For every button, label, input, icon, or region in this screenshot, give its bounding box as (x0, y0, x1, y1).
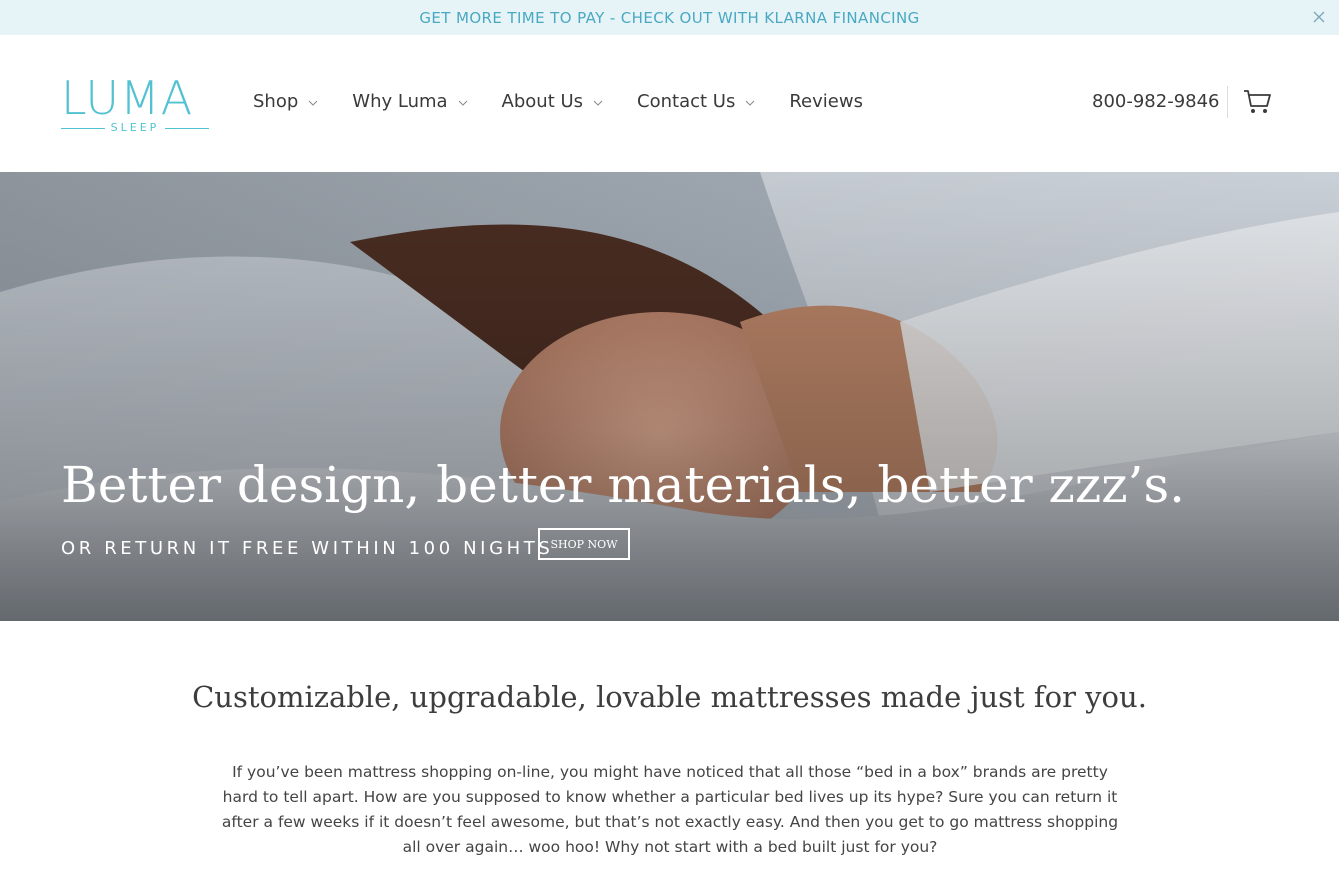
main-nav: Shop Why Luma About Us Contact Us Review… (253, 91, 897, 112)
nav-item-label: Contact Us (637, 91, 736, 112)
header-divider (1227, 86, 1228, 118)
announcement-bar: GET MORE TIME TO PAY - CHECK OUT WITH KL… (0, 0, 1339, 35)
nav-item-label: Why Luma (352, 91, 448, 112)
luma-logo[interactable]: LUMA SLEEP (61, 73, 211, 134)
nav-item-about-us[interactable]: About Us (502, 91, 604, 112)
shop-now-button[interactable]: SHOP NOW (538, 528, 630, 560)
nav-item-why-luma[interactable]: Why Luma (352, 91, 467, 112)
nav-item-label: Shop (253, 91, 299, 112)
chevron-down-icon (593, 100, 603, 106)
hero-title: Better design, better materials, better … (61, 456, 1185, 514)
intro-paragraph: If you’ve been mattress shopping on-line… (221, 763, 1119, 856)
phone-link[interactable]: 800-982-9846 (1092, 91, 1220, 112)
chevron-down-icon (458, 100, 467, 106)
logo-rule-right (165, 128, 209, 129)
chevron-down-icon (746, 100, 755, 106)
hero-subtitle: OR RETURN IT FREE WITHIN 100 NIGHTS (61, 538, 554, 559)
nav-item-reviews[interactable]: Reviews (789, 91, 863, 112)
nav-item-label: About Us (501, 91, 584, 112)
hero-banner: Better design, better materials, better … (0, 172, 1339, 621)
section-tagline: Customizable, upgradable, lovable mattre… (192, 680, 1147, 714)
nav-item-shop[interactable]: Shop (253, 91, 318, 112)
logo-wordmark: LUMA (61, 71, 194, 125)
nav-item-label: Reviews (789, 91, 863, 112)
cart-icon[interactable] (1243, 89, 1271, 115)
chevron-down-icon (308, 100, 318, 106)
announcement-text[interactable]: GET MORE TIME TO PAY - CHECK OUT WITH KL… (419, 9, 919, 27)
site-header: LUMA SLEEP Shop Why Luma About Us Contac… (0, 35, 1339, 172)
close-icon[interactable] (1311, 9, 1327, 25)
nav-item-contact-us[interactable]: Contact Us (637, 91, 755, 112)
